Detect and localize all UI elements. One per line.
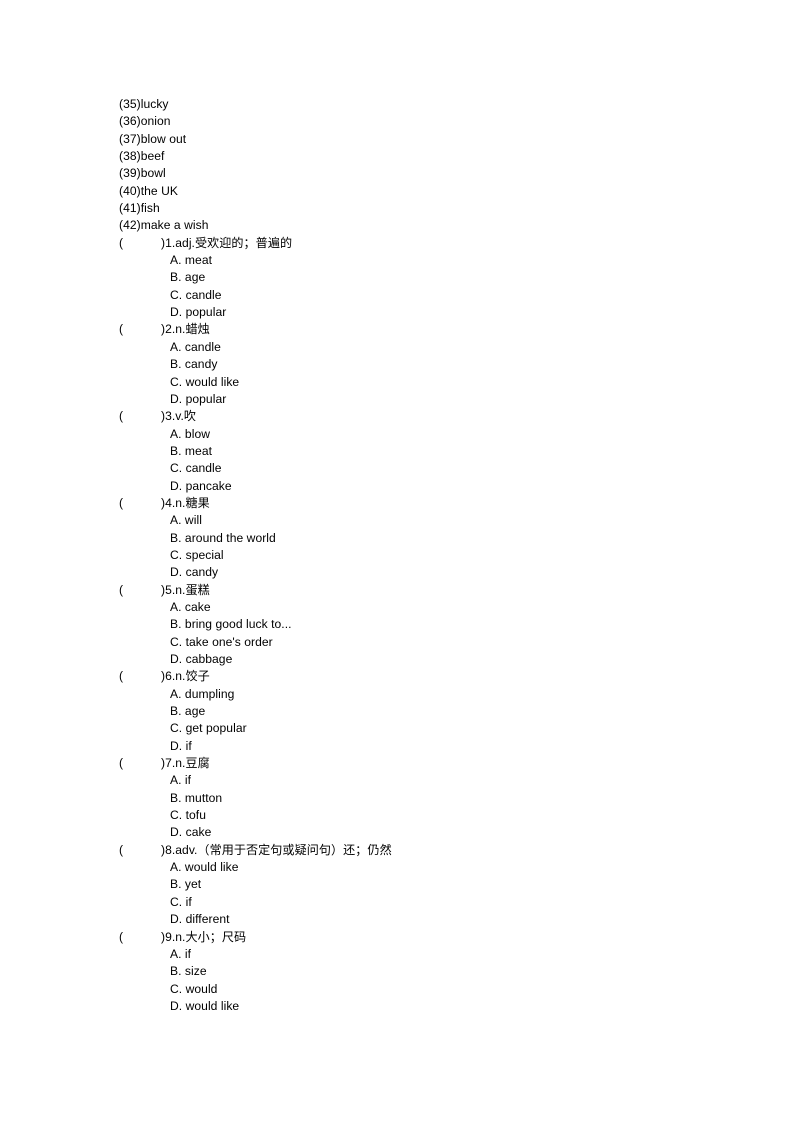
question-option[interactable]: B. around the world — [119, 530, 734, 547]
question-option[interactable]: B. bring good luck to... — [119, 616, 734, 633]
question-option[interactable]: C. get popular — [119, 720, 734, 737]
word-list-item: (41)fish — [119, 201, 160, 216]
question-option[interactable]: D. popular — [119, 304, 734, 321]
question-list: ()1.adj.受欢迎的；普遍的 A. meat B. age C. candle D.… — [119, 235, 734, 1015]
question-option[interactable]: A. will — [119, 512, 734, 529]
question-option[interactable]: A. meat — [119, 252, 734, 269]
question-option[interactable]: D. if — [119, 738, 734, 755]
answer-blank[interactable]: ( — [119, 235, 161, 252]
question-options: A. meat B. age C. candle D. popular — [119, 252, 734, 321]
question-option[interactable]: B. age — [119, 703, 734, 720]
word-list-item: (38)beef — [119, 149, 165, 164]
document-page: (35)lucky (36)onion (37)blow out (38)beef (3… — [0, 0, 794, 1123]
question-option[interactable]: D. popular — [119, 391, 734, 408]
question-options: A. would like B. yet C. if D. different — [119, 859, 734, 928]
question-stem: ()7.n.豆腐 — [119, 755, 734, 772]
word-list: (35)lucky (36)onion (37)blow out (38)beef (3… — [119, 96, 734, 235]
question-stem-text: )8.adv.（常用于否定句或疑问句）还；仍然 — [161, 842, 392, 857]
question-block: ()3.v.吹 A. blow B. meat C. candle D. pancake — [119, 408, 734, 495]
question-option[interactable]: D. cake — [119, 824, 734, 841]
question-block: ()7.n.豆腐 A. if B. mutton C. tofu D. cake — [119, 755, 734, 842]
question-options: A. if B. size C. would D. would like — [119, 946, 734, 1015]
question-option[interactable]: C. if — [119, 894, 734, 911]
question-option[interactable]: B. age — [119, 269, 734, 286]
answer-blank[interactable]: ( — [119, 755, 161, 772]
question-option[interactable]: C. special — [119, 547, 734, 564]
question-stem-text: )4.n.糖果 — [161, 495, 210, 510]
question-stem-text: )7.n.豆腐 — [161, 756, 210, 771]
question-block: ()6.n.饺子 A. dumpling B. age C. get popular D… — [119, 668, 734, 755]
question-option[interactable]: D. pancake — [119, 478, 734, 495]
question-stem: ()9.n.大小；尺码 — [119, 929, 734, 946]
question-block: ()9.n.大小；尺码 A. if B. size C. would D. would … — [119, 929, 734, 1016]
question-stem: ()5.n.蛋糕 — [119, 582, 734, 599]
question-stem-text: )5.n.蛋糕 — [161, 582, 210, 597]
question-option[interactable]: D. candy — [119, 564, 734, 581]
question-block: ()1.adj.受欢迎的；普遍的 A. meat B. age C. candle D.… — [119, 235, 734, 322]
word-list-item: (39)bowl — [119, 166, 166, 181]
question-stem-text: )6.n.饺子 — [161, 669, 210, 684]
answer-blank[interactable]: ( — [119, 321, 161, 338]
question-option[interactable]: A. would like — [119, 859, 734, 876]
question-option[interactable]: C. candle — [119, 460, 734, 477]
question-option[interactable]: D. different — [119, 911, 734, 928]
answer-blank[interactable]: ( — [119, 668, 161, 685]
question-option[interactable]: B. yet — [119, 876, 734, 893]
question-options: A. if B. mutton C. tofu D. cake — [119, 772, 734, 841]
question-option[interactable]: D. would like — [119, 998, 734, 1015]
word-list-item: (36)onion — [119, 114, 171, 129]
question-stem-text: )1.adj.受欢迎的；普遍的 — [161, 235, 293, 250]
question-stem: ()3.v.吹 — [119, 408, 734, 425]
question-option[interactable]: A. if — [119, 772, 734, 789]
answer-blank[interactable]: ( — [119, 408, 161, 425]
question-option[interactable]: C. would — [119, 981, 734, 998]
question-option[interactable]: B. candy — [119, 356, 734, 373]
word-list-item: (37)blow out — [119, 131, 187, 146]
question-option[interactable]: D. cabbage — [119, 651, 734, 668]
question-option[interactable]: A. cake — [119, 599, 734, 616]
question-options: A. cake B. bring good luck to... C. take o… — [119, 599, 734, 668]
question-option[interactable]: B. mutton — [119, 790, 734, 807]
question-stem-text: )2.n.蜡烛 — [161, 322, 210, 337]
question-option[interactable]: A. if — [119, 946, 734, 963]
word-list-item: (40)the UK — [119, 183, 178, 198]
word-list-item: (35)lucky — [119, 97, 169, 111]
question-options: A. dumpling B. age C. get popular D. if — [119, 686, 734, 755]
answer-blank[interactable]: ( — [119, 929, 161, 946]
question-option[interactable]: A. blow — [119, 426, 734, 443]
question-option[interactable]: A. candle — [119, 339, 734, 356]
question-stem: ()4.n.糖果 — [119, 495, 734, 512]
question-stem-text: )3.v.吹 — [161, 409, 197, 424]
answer-blank[interactable]: ( — [119, 582, 161, 599]
question-block: ()4.n.糖果 A. will B. around the world C. spe… — [119, 495, 734, 582]
question-stem: ()2.n.蜡烛 — [119, 321, 734, 338]
question-stem: ()1.adj.受欢迎的；普遍的 — [119, 235, 734, 252]
question-option[interactable]: C. tofu — [119, 807, 734, 824]
question-block: ()2.n.蜡烛 A. candle B. candy C. would like D.… — [119, 321, 734, 408]
question-option[interactable]: A. dumpling — [119, 686, 734, 703]
question-stem-text: )9.n.大小；尺码 — [161, 929, 247, 944]
question-option[interactable]: C. would like — [119, 374, 734, 391]
question-option[interactable]: C. take one's order — [119, 634, 734, 651]
question-option[interactable]: B. size — [119, 963, 734, 980]
question-stem: ()8.adv.（常用于否定句或疑问句）还；仍然 — [119, 842, 734, 859]
question-option[interactable]: C. candle — [119, 287, 734, 304]
question-block: ()8.adv.（常用于否定句或疑问句）还；仍然 A. would like B. … — [119, 842, 734, 929]
question-block: ()5.n.蛋糕 A. cake B. bring good luck to... C… — [119, 582, 734, 669]
answer-blank[interactable]: ( — [119, 842, 161, 859]
word-list-item: (42)make a wish — [119, 218, 209, 233]
question-option[interactable]: B. meat — [119, 443, 734, 460]
question-options: A. blow B. meat C. candle D. pancake — [119, 426, 734, 495]
question-stem: ()6.n.饺子 — [119, 668, 734, 685]
document-body: (35)lucky (36)onion (37)blow out (38)beef (3… — [0, 96, 794, 1015]
question-options: A. will B. around the world C. special D. c… — [119, 512, 734, 581]
question-options: A. candle B. candy C. would like D. popular — [119, 339, 734, 408]
answer-blank[interactable]: ( — [119, 495, 161, 512]
